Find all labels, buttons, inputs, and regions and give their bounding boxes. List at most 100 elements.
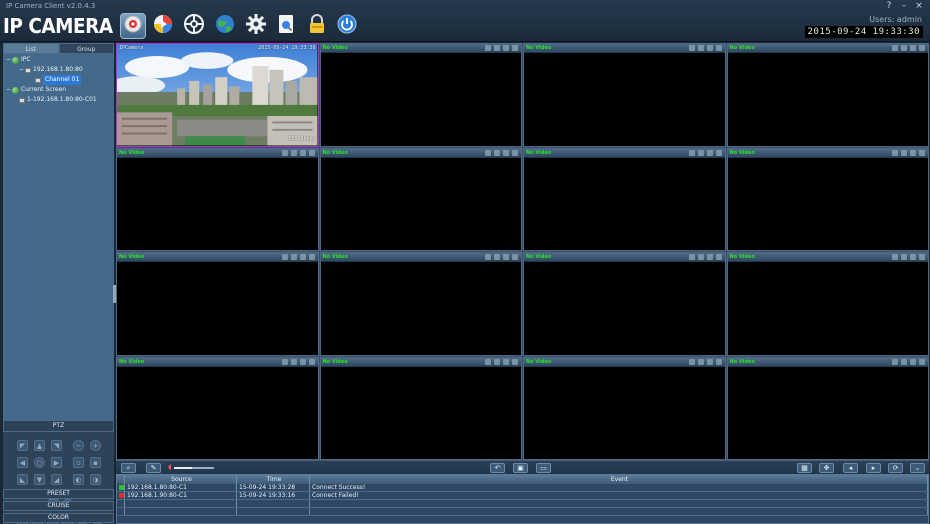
audio-icon[interactable] xyxy=(485,254,491,260)
settings-button[interactable] xyxy=(243,13,269,39)
snapshot-icon[interactable] xyxy=(706,149,713,156)
close-icon[interactable] xyxy=(715,45,722,51)
tab-list[interactable]: List xyxy=(3,43,59,54)
snapshot-icon[interactable] xyxy=(503,149,509,156)
record-icon[interactable] xyxy=(494,358,500,365)
close-icon[interactable] xyxy=(512,358,518,365)
lock-button[interactable] xyxy=(304,13,330,39)
snapshot-icon[interactable] xyxy=(299,149,306,156)
power-button[interactable] xyxy=(334,13,360,39)
e-map-button[interactable] xyxy=(212,13,238,39)
tree-node-ipc[interactable]: − IPC xyxy=(3,55,114,65)
record-icon[interactable] xyxy=(901,358,907,365)
close-icon[interactable] xyxy=(512,149,518,156)
record-icon[interactable] xyxy=(290,358,297,365)
ptz-header[interactable]: PTZ xyxy=(3,420,114,432)
audio-icon[interactable] xyxy=(688,358,695,365)
record-icon[interactable] xyxy=(901,45,907,51)
video-cell-12[interactable]: No Video xyxy=(726,252,929,356)
ptz-wheel-button[interactable] xyxy=(181,13,207,39)
close-icon[interactable] xyxy=(715,254,722,260)
record-icon[interactable] xyxy=(697,45,704,51)
help-button[interactable]: ? xyxy=(882,1,896,11)
preset-button[interactable]: PRESET xyxy=(3,489,114,499)
record-icon[interactable] xyxy=(290,254,297,260)
snapshot-icon[interactable] xyxy=(503,358,509,365)
snapshot-icon[interactable] xyxy=(706,45,713,51)
tree-node-channel[interactable]: Channel 01 xyxy=(3,75,114,85)
audio-icon[interactable] xyxy=(688,45,695,51)
close-icon[interactable] xyxy=(919,149,925,156)
video-cell-1[interactable]: IPCamera 2015-09-24 19:33:30 258.9kbps xyxy=(116,43,319,147)
ptz-down-right-button[interactable]: ◢ xyxy=(51,474,62,485)
record-icon[interactable] xyxy=(494,149,500,156)
cruise-button[interactable]: CRUISE xyxy=(3,501,114,511)
record-icon[interactable] xyxy=(494,254,500,260)
tree-node-device[interactable]: − 192.168.1.80:80 xyxy=(3,65,114,75)
tab-group[interactable]: Group xyxy=(58,43,114,54)
record-icon[interactable] xyxy=(290,149,297,156)
close-icon[interactable] xyxy=(308,254,315,260)
iris-close-button[interactable]: ◐ xyxy=(73,474,84,485)
audio-icon[interactable] xyxy=(892,254,898,260)
record-icon[interactable] xyxy=(697,149,704,156)
volume-slider[interactable] xyxy=(174,467,214,469)
snapshot-icon[interactable] xyxy=(910,358,916,365)
audio-icon[interactable] xyxy=(485,45,491,51)
snapshot-icon[interactable] xyxy=(706,254,713,260)
layout-grid-button[interactable]: ▦ xyxy=(797,463,812,473)
audio-icon[interactable] xyxy=(892,45,898,51)
next-page-button[interactable]: ▸ xyxy=(866,463,881,473)
tree-node-current-screen[interactable]: − Current Screen xyxy=(3,85,114,95)
log-row[interactable]: 192.168.1.90:80-C1 15-09-24 19:33:16 Con… xyxy=(117,492,928,500)
record-button[interactable]: ▭ xyxy=(536,463,551,473)
zoom-in-button[interactable]: + xyxy=(90,440,101,451)
snapshot-icon[interactable] xyxy=(299,358,306,365)
video-cell-2[interactable]: No Video xyxy=(319,43,522,147)
video-cell-3[interactable]: No Video xyxy=(523,43,726,147)
close-icon[interactable] xyxy=(919,45,925,51)
snapshot-icon[interactable] xyxy=(706,358,713,365)
close-icon[interactable] xyxy=(512,254,518,260)
ptz-down-button[interactable]: ▼ xyxy=(34,474,45,485)
snapshot-icon[interactable] xyxy=(503,45,509,51)
audio-icon[interactable] xyxy=(485,149,491,156)
audio-icon[interactable] xyxy=(892,149,898,156)
audio-icon[interactable] xyxy=(281,149,288,156)
video-cell-14[interactable]: No Video xyxy=(319,356,522,460)
snapshot-button[interactable]: ▣ xyxy=(513,463,528,473)
close-icon[interactable] xyxy=(512,45,518,51)
log-row[interactable]: 192.168.1.80:80-C1 15-09-24 19:33:28 Con… xyxy=(117,484,928,492)
video-cell-9[interactable]: No Video xyxy=(116,252,319,356)
search-button[interactable]: ⌕ xyxy=(121,463,136,473)
video-cell-10[interactable]: No Video xyxy=(319,252,522,356)
video-cell-6[interactable]: No Video xyxy=(319,147,522,251)
rotate-button[interactable]: ↶ xyxy=(490,463,505,473)
video-cell-7[interactable]: No Video xyxy=(523,147,726,251)
log-col-time[interactable]: Time xyxy=(237,475,310,484)
audio-icon[interactable] xyxy=(688,254,695,260)
close-icon[interactable] xyxy=(308,149,315,156)
audio-icon[interactable] xyxy=(485,358,491,365)
video-cell-8[interactable]: No Video xyxy=(726,147,929,251)
ptz-right-button[interactable]: ▶ xyxy=(51,457,62,468)
audio-icon[interactable] xyxy=(281,358,288,365)
focus-near-button[interactable]: ▫ xyxy=(73,457,84,468)
log-col-event[interactable]: Event xyxy=(310,475,928,484)
audio-icon[interactable] xyxy=(892,358,898,365)
prev-page-button[interactable]: ◂ xyxy=(843,463,858,473)
close-icon[interactable] xyxy=(308,358,315,365)
record-icon[interactable] xyxy=(697,358,704,365)
snapshot-icon[interactable] xyxy=(910,45,916,51)
minimize-button[interactable]: – xyxy=(897,1,911,11)
tree-node-screen-item[interactable]: 1-192.168.1.80:80-C01 xyxy=(3,95,114,105)
audio-icon[interactable] xyxy=(688,149,695,156)
close-icon[interactable] xyxy=(919,254,925,260)
video-cell-16[interactable]: No Video xyxy=(726,356,929,460)
iris-open-button[interactable]: ◑ xyxy=(90,474,101,485)
video-cell-4[interactable]: No Video xyxy=(726,43,929,147)
close-icon[interactable] xyxy=(919,358,925,365)
color-button[interactable]: COLOR xyxy=(3,513,114,523)
ptz-left-button[interactable]: ◀ xyxy=(17,457,28,468)
ptz-up-button[interactable]: ▲ xyxy=(34,440,45,451)
